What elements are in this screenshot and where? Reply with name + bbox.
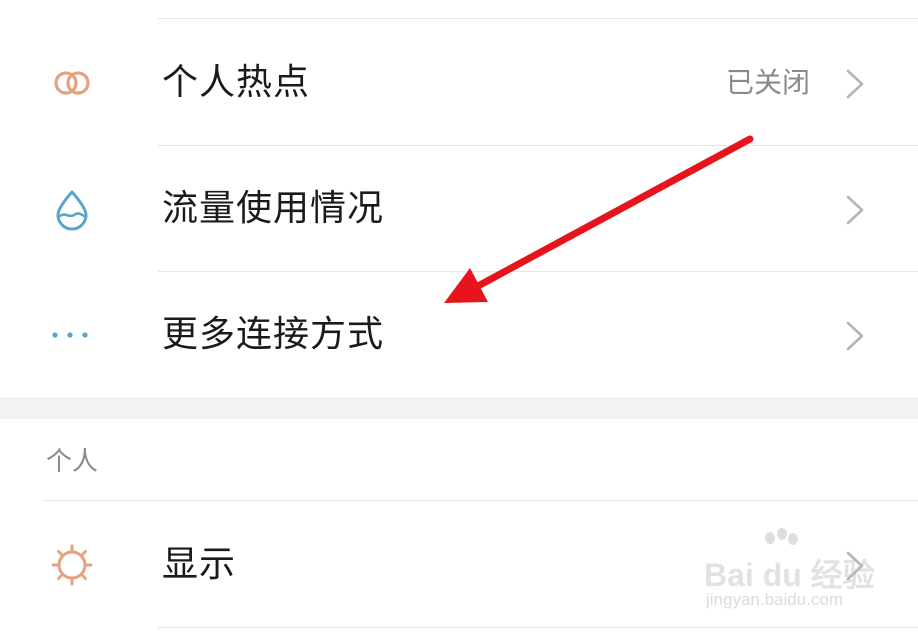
chevron-right-icon	[844, 320, 866, 352]
display-row[interactable]: 显示	[0, 502, 918, 628]
divider	[44, 500, 918, 501]
water-drop-icon	[48, 185, 96, 233]
section-title: 个人	[46, 447, 99, 477]
personal-hotspot-status: 已关闭	[725, 66, 810, 99]
divider	[158, 18, 918, 19]
section-header-personal: 个人	[0, 419, 918, 501]
display-label: 显示	[162, 544, 237, 585]
data-usage-label: 流量使用情况	[162, 188, 385, 229]
hotspot-rings-icon	[48, 59, 96, 107]
more-connections-label: 更多连接方式	[162, 314, 385, 355]
settings-screen: 个人热点 已关闭 流量使用情况 更多连接方式 个人 显示 Bai du 经验 j…	[0, 0, 918, 632]
chevron-right-icon	[844, 194, 866, 226]
chevron-right-icon	[844, 68, 866, 100]
brightness-sun-icon	[48, 541, 96, 589]
chevron-right-icon	[844, 550, 866, 582]
more-dots-icon	[48, 311, 96, 359]
section-separator	[0, 398, 918, 419]
divider	[158, 627, 918, 628]
personal-hotspot-label: 个人热点	[162, 62, 311, 103]
data-usage-row[interactable]: 流量使用情况	[0, 146, 918, 272]
personal-hotspot-row[interactable]: 个人热点 已关闭	[0, 20, 918, 146]
more-connections-row[interactable]: 更多连接方式	[0, 272, 918, 398]
